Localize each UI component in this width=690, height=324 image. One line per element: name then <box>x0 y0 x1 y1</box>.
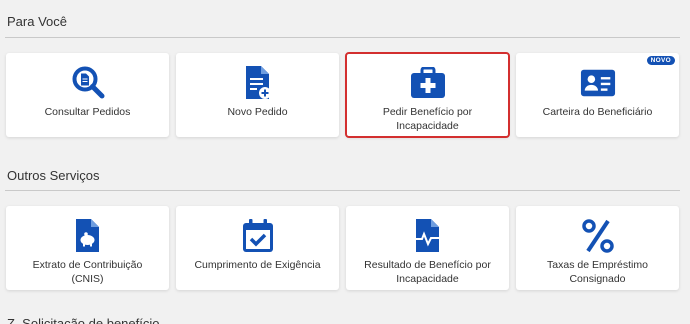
card-cumprimento-exigencia[interactable]: Cumprimento de Exigência <box>176 206 339 290</box>
calendar-check-icon <box>240 218 276 254</box>
section-divider <box>5 190 680 191</box>
medical-kit-icon <box>410 65 446 101</box>
card-label: Carteira do Beneficiário <box>542 106 653 118</box>
card-label: Resultado de Benefício por Incapacidade <box>364 259 491 285</box>
section-title-para-voce: Para Você <box>7 14 67 29</box>
card-label: Taxas de Empréstimo Consignado <box>547 259 648 285</box>
card-label: Cumprimento de Exigência <box>194 259 321 271</box>
piggy-bank-document-icon <box>70 218 106 254</box>
para-voce-card-grid: Consultar Pedidos Novo Pedido Pedir Bene… <box>6 52 679 138</box>
card-extrato-cnis[interactable]: Extrato de Contribuição (CNIS) <box>6 206 169 290</box>
search-document-icon <box>70 65 106 101</box>
card-resultado-beneficio-incapacidade[interactable]: Resultado de Benefício por Incapacidade <box>346 206 509 290</box>
card-pedir-beneficio-incapacidade[interactable]: Pedir Benefício por Incapacidade <box>345 52 510 138</box>
card-novo-pedido[interactable]: Novo Pedido <box>176 53 339 137</box>
card-label: Novo Pedido <box>227 106 288 118</box>
card-label: Extrato de Contribuição (CNIS) <box>32 259 143 285</box>
card-carteira-beneficiario[interactable]: NOVO Carteira do Beneficiário <box>516 53 679 137</box>
new-document-icon <box>240 65 276 101</box>
card-label: Consultar Pedidos <box>44 106 131 118</box>
page: Para Você Consultar Pedidos Novo Pedido … <box>0 0 690 324</box>
section-divider <box>5 37 680 38</box>
card-taxas-emprestimo-consignado[interactable]: Taxas de Empréstimo Consignado <box>516 206 679 290</box>
id-card-icon <box>580 65 616 101</box>
next-section-title: Z. Solicitação de benefício <box>7 316 160 324</box>
new-badge: NOVO <box>646 56 675 65</box>
card-label: Pedir Benefício por Incapacidade <box>382 106 473 132</box>
health-document-icon <box>410 218 446 254</box>
card-consultar-pedidos[interactable]: Consultar Pedidos <box>6 53 169 137</box>
section-title-outros-servicos: Outros Serviços <box>7 168 100 183</box>
outros-servicos-card-grid: Extrato de Contribuição (CNIS) Cumprimen… <box>6 206 679 290</box>
percent-icon <box>580 218 616 254</box>
